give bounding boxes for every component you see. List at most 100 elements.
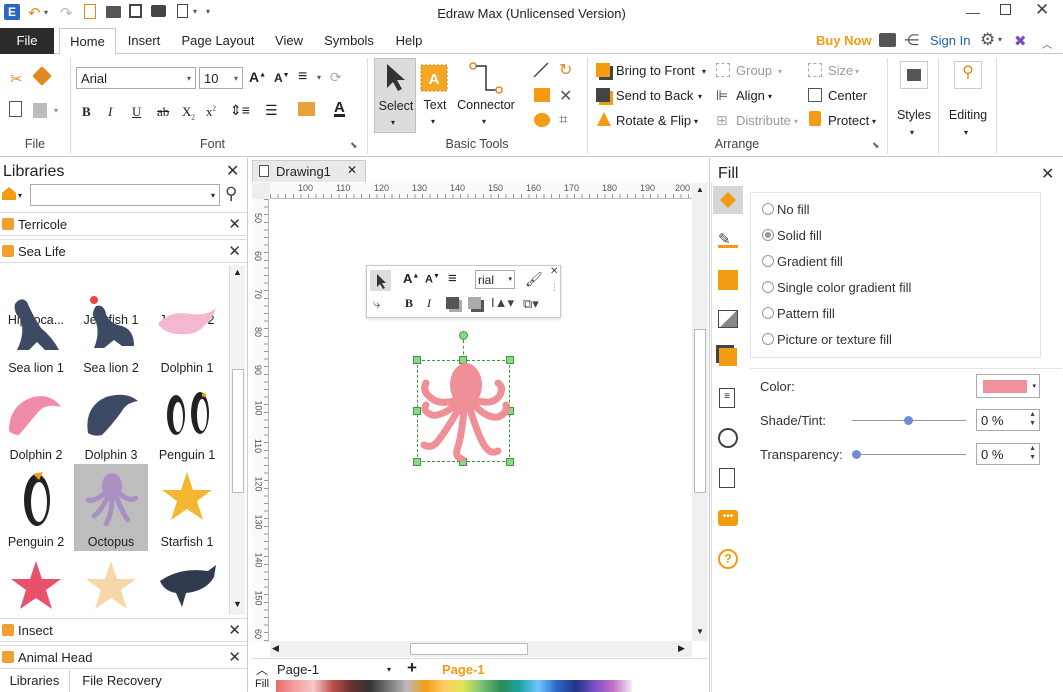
home-icon[interactable] bbox=[2, 187, 16, 200]
scroll-down-icon[interactable]: ▼ bbox=[233, 599, 242, 609]
mini-bold-icon[interactable]: B bbox=[405, 296, 413, 311]
library-group-sea-life[interactable]: Sea Life ✕ bbox=[0, 239, 247, 263]
grow-font-icon[interactable]: A▲ bbox=[249, 69, 266, 85]
font-dialog-launcher-icon[interactable]: ⬊ bbox=[350, 140, 358, 151]
shadow-icon[interactable] bbox=[718, 270, 738, 290]
home-dropdown-icon[interactable]: ▾ bbox=[18, 191, 22, 200]
strikethrough-icon[interactable]: ab bbox=[157, 104, 169, 120]
shrink-font-icon[interactable]: A▼ bbox=[274, 71, 290, 85]
canvas-horizontal-scrollbar[interactable]: ◀ ▶ bbox=[270, 641, 692, 657]
scroll-thumb[interactable] bbox=[232, 369, 244, 493]
scroll-thumb[interactable] bbox=[410, 643, 528, 655]
chevron-down-icon[interactable]: ▾ bbox=[778, 67, 782, 76]
shop-cart-icon[interactable] bbox=[879, 33, 896, 47]
page-tab-1[interactable]: Page-1 bbox=[432, 659, 492, 681]
radio-single-color-gradient-fill[interactable] bbox=[762, 281, 774, 293]
close-document-icon[interactable]: ✕ bbox=[347, 163, 357, 177]
mini-format-painter-icon[interactable]: 🖌 bbox=[525, 271, 543, 288]
connector-tool-button[interactable]: Connector ▾ bbox=[454, 58, 518, 133]
text-wrap-icon[interactable]: ⟳ bbox=[330, 69, 342, 86]
shape-penguin-1[interactable]: Penguin 1 bbox=[150, 377, 224, 464]
share-icon[interactable]: ⋲ bbox=[904, 31, 919, 49]
chevron-down-icon[interactable]: ▾ bbox=[768, 92, 772, 101]
scroll-left-icon[interactable]: ◀ bbox=[272, 643, 279, 654]
radio-no-fill[interactable] bbox=[762, 203, 774, 215]
radio-picture-texture-fill[interactable] bbox=[762, 333, 774, 345]
sign-in-link[interactable]: Sign In bbox=[930, 33, 970, 48]
mini-grow-font-icon[interactable]: A▲ bbox=[403, 271, 419, 286]
chevron-down-icon[interactable]: ▾ bbox=[872, 117, 876, 126]
transparency-slider-track[interactable] bbox=[852, 454, 966, 455]
scroll-down-icon[interactable]: ▼ bbox=[696, 627, 704, 636]
radio-pattern-fill[interactable] bbox=[762, 307, 774, 319]
color-picker[interactable]: ▾ bbox=[976, 374, 1040, 398]
copy-icon[interactable] bbox=[9, 101, 22, 117]
close-group-icon[interactable]: ✕ bbox=[228, 215, 241, 233]
arc-tool-icon[interactable]: ↻ bbox=[559, 60, 572, 80]
library-search-input[interactable]: ▾ bbox=[30, 184, 220, 206]
tab-insert[interactable]: Insert bbox=[120, 28, 168, 54]
close-group-icon[interactable]: ✕ bbox=[228, 621, 241, 639]
select-tool-button[interactable]: Select ▾ bbox=[374, 58, 416, 133]
mini-select-icon[interactable] bbox=[370, 270, 391, 291]
chevron-down-icon[interactable]: ▾ bbox=[698, 92, 702, 101]
transparency-slider-knob[interactable] bbox=[852, 450, 861, 459]
octopus-shape[interactable] bbox=[418, 361, 510, 461]
spin-up-icon[interactable]: ▲ bbox=[1029, 445, 1036, 452]
align-text-icon[interactable]: ≡ bbox=[298, 68, 307, 86]
crop-tool-icon[interactable]: ⌗ bbox=[559, 111, 567, 128]
fill-tab-icon[interactable] bbox=[713, 186, 743, 214]
chevron-down-icon[interactable]: ▾ bbox=[855, 67, 859, 76]
close-window-icon[interactable]: ✕ bbox=[1035, 0, 1049, 20]
mini-distribute-icon[interactable]: I▲▾ bbox=[491, 295, 514, 311]
shape-starfish-2[interactable] bbox=[0, 551, 73, 617]
shade-slider-knob[interactable] bbox=[904, 416, 913, 425]
color-swatches[interactable] bbox=[276, 680, 632, 692]
paste-dropdown-icon[interactable]: ▾ bbox=[54, 106, 58, 115]
tab-page-layout[interactable]: Page Layout bbox=[176, 28, 260, 54]
protect-button[interactable]: Protect bbox=[828, 113, 869, 128]
search-icon[interactable]: ⚲ bbox=[225, 184, 237, 204]
bold-icon[interactable]: B bbox=[82, 104, 91, 120]
cut-icon[interactable]: ✂ bbox=[10, 70, 23, 88]
shape-sea-lion-2[interactable]: Sea lion 2 bbox=[74, 290, 148, 377]
close-group-icon[interactable]: ✕ bbox=[228, 242, 241, 260]
collapse-ribbon-icon[interactable]: ︿ bbox=[1042, 36, 1052, 51]
tab-file-recovery[interactable]: File Recovery bbox=[72, 670, 172, 692]
mini-bring-front-icon[interactable] bbox=[446, 297, 459, 309]
tab-symbols[interactable]: Symbols bbox=[318, 28, 380, 54]
chevron-down-icon[interactable]: ▾ bbox=[702, 67, 706, 76]
text-highlight-icon[interactable] bbox=[298, 102, 315, 116]
line-spacing-icon[interactable]: ⇕≡ bbox=[230, 102, 250, 119]
spin-up-icon[interactable]: ▲ bbox=[1029, 411, 1036, 418]
close-libraries-icon[interactable]: ✕ bbox=[226, 161, 239, 181]
apps-cross-icon[interactable]: ✖ bbox=[1014, 32, 1027, 50]
underline-icon[interactable]: U bbox=[132, 104, 141, 120]
mini-align-icon[interactable]: ≡ bbox=[448, 270, 457, 287]
shape-shark[interactable] bbox=[150, 551, 224, 617]
editing-button[interactable]: ⚲ Editing ▾ bbox=[944, 58, 992, 148]
radio-gradient-fill[interactable] bbox=[762, 255, 774, 267]
mini-send-back-icon[interactable] bbox=[468, 297, 481, 309]
line-style-icon[interactable]: ✎ bbox=[718, 230, 738, 248]
scroll-right-icon[interactable]: ▶ bbox=[678, 643, 685, 654]
transparency-spinner[interactable]: 0 % ▲ ▼ bbox=[976, 443, 1040, 465]
tab-view[interactable]: View bbox=[268, 28, 310, 54]
buy-now-link[interactable]: Buy Now bbox=[816, 33, 872, 48]
line-tool-icon[interactable] bbox=[533, 62, 549, 78]
send-to-back-button[interactable]: Send to Back bbox=[616, 88, 693, 103]
maximize-icon[interactable] bbox=[1000, 4, 1011, 15]
document-notes-icon[interactable] bbox=[719, 468, 735, 488]
superscript-icon[interactable]: x2 bbox=[206, 104, 216, 120]
rotate-handle[interactable] bbox=[459, 331, 468, 340]
shape-sea-lion-1[interactable]: Sea lion 1 bbox=[0, 290, 73, 377]
group-button[interactable]: Group bbox=[736, 63, 772, 78]
distribute-button[interactable]: Distribute bbox=[736, 113, 791, 128]
paste-icon[interactable] bbox=[33, 103, 47, 118]
size-button[interactable]: Size bbox=[828, 63, 853, 78]
shape-octopus[interactable]: Octopus bbox=[74, 464, 148, 551]
mini-font-select[interactable]: rial ▾ bbox=[475, 270, 515, 289]
document-tab[interactable]: Drawing1 ✕ bbox=[252, 160, 366, 182]
ellipse-tool-icon[interactable] bbox=[534, 113, 550, 127]
close-fill-pane-icon[interactable]: ✕ bbox=[1041, 164, 1054, 184]
